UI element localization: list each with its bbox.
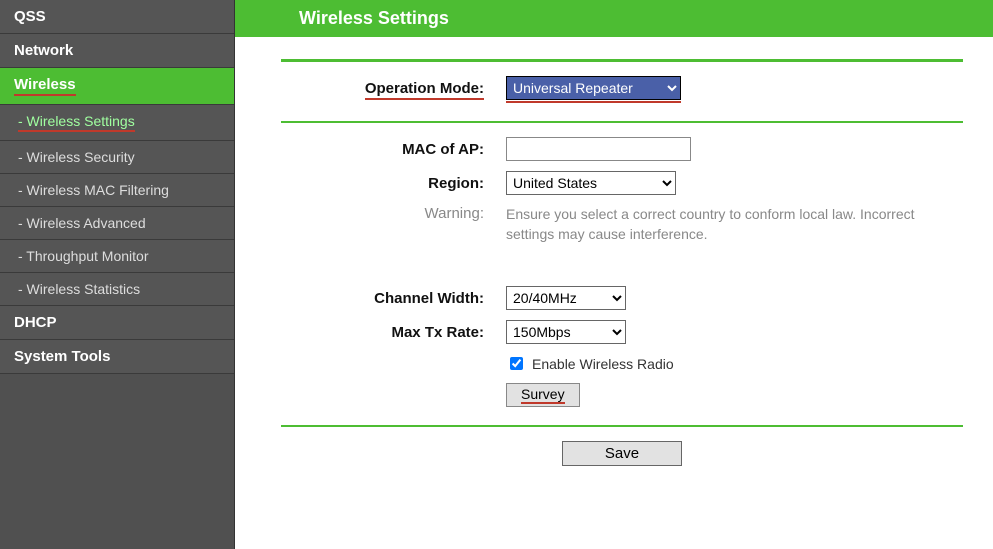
max-tx-rate-select[interactable]: 150Mbps (506, 320, 626, 344)
nav-throughput-monitor[interactable]: - Throughput Monitor (0, 240, 234, 273)
page-title: Wireless Settings (235, 0, 993, 37)
warning-text: Ensure you select a correct country to c… (506, 205, 963, 244)
label-warning: Warning: (281, 205, 506, 222)
sidebar-fill (0, 374, 234, 549)
nav-network[interactable]: Network (0, 34, 234, 68)
survey-button[interactable]: Survey (506, 383, 580, 407)
nav-wireless-advanced[interactable]: - Wireless Advanced (0, 207, 234, 240)
nav-wireless-mac-filtering[interactable]: - Wireless MAC Filtering (0, 174, 234, 207)
nav-wireless-label: Wireless (14, 76, 76, 96)
nav-qss[interactable]: QSS (0, 0, 234, 34)
label-channel-width: Channel Width: (281, 290, 506, 307)
nav-system-tools[interactable]: System Tools (0, 340, 234, 374)
nav-wireless-security[interactable]: - Wireless Security (0, 141, 234, 174)
label-mac-of-ap: MAC of AP: (281, 141, 506, 158)
separator (281, 425, 963, 427)
enable-wireless-radio-checkbox[interactable] (510, 357, 523, 370)
save-button[interactable]: Save (562, 441, 682, 466)
label-region: Region: (281, 175, 506, 192)
nav-wireless-settings-label: - Wireless Settings (18, 113, 135, 132)
label-max-tx-rate: Max Tx Rate: (281, 324, 506, 341)
nav-wireless-statistics[interactable]: - Wireless Statistics (0, 273, 234, 306)
operation-mode-select[interactable]: Universal Repeater (506, 76, 681, 100)
nav-wireless-settings[interactable]: - Wireless Settings (0, 105, 234, 141)
survey-button-label: Survey (521, 386, 565, 404)
separator (281, 59, 963, 62)
nav-wireless[interactable]: Wireless (0, 68, 234, 105)
operation-mode-select-wrap: Universal Repeater (506, 76, 681, 103)
label-operation-mode: Operation Mode: (281, 80, 506, 100)
sidebar: QSS Network Wireless - Wireless Settings… (0, 0, 235, 549)
channel-width-select[interactable]: 20/40MHz (506, 286, 626, 310)
content: Wireless Settings Operation Mode: Univer… (235, 0, 993, 549)
separator (281, 121, 963, 123)
nav-dhcp[interactable]: DHCP (0, 306, 234, 340)
region-select[interactable]: United States (506, 171, 676, 195)
enable-wireless-radio-label: Enable Wireless Radio (532, 356, 674, 372)
enable-wireless-radio-row: Enable Wireless Radio (506, 354, 963, 373)
mac-of-ap-input[interactable] (506, 137, 691, 161)
